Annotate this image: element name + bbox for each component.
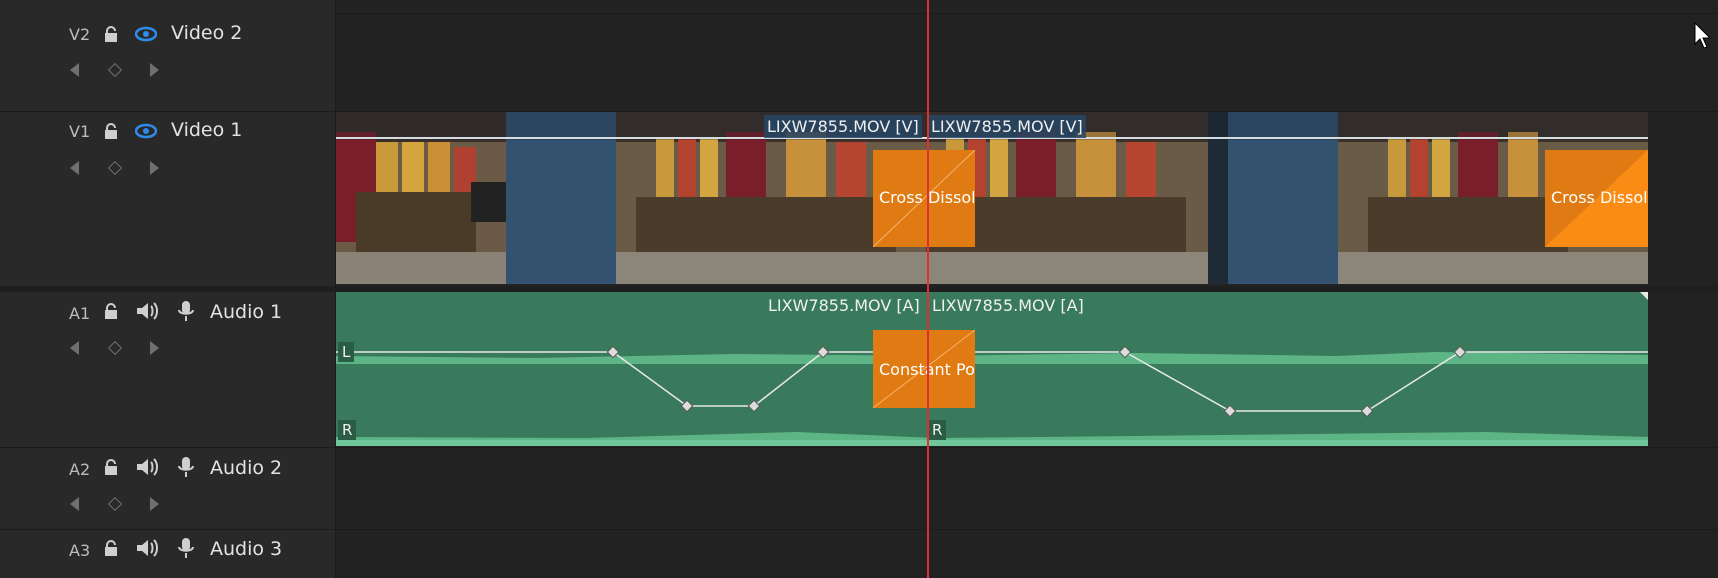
microphone-icon[interactable] bbox=[178, 456, 194, 478]
next-keyframe-icon[interactable] bbox=[150, 161, 159, 175]
track-header-v1[interactable]: V1 Video 1 bbox=[0, 112, 335, 287]
keyframe-navigator bbox=[68, 62, 168, 79]
constant-power-transition[interactable]: Constant Power bbox=[873, 330, 975, 408]
track-name[interactable]: Video 1 bbox=[171, 119, 242, 141]
lane-divider bbox=[336, 447, 1718, 448]
lane-divider bbox=[336, 529, 1718, 530]
track-header-a2[interactable]: A2 Audio 2 bbox=[0, 448, 335, 530]
cross-dissolve-transition[interactable]: Cross Dissolve bbox=[873, 150, 975, 247]
next-keyframe-icon[interactable] bbox=[150, 341, 159, 355]
track-header-a1[interactable]: A1 Audio 1 bbox=[0, 292, 335, 448]
microphone-icon[interactable] bbox=[178, 300, 194, 322]
audio-clip[interactable]: LIXW7855.MOV [A] LIXW7855.MOV [A] L R R … bbox=[336, 292, 1648, 446]
cross-dissolve-transition-end[interactable]: Cross Dissolve bbox=[1545, 150, 1648, 247]
lock-icon[interactable] bbox=[104, 123, 118, 139]
video-clip[interactable]: LIXW7855.MOV [V] LIXW7855.MOV [V] Cross … bbox=[336, 112, 1648, 284]
track-name[interactable]: Audio 2 bbox=[210, 457, 282, 479]
next-keyframe-icon[interactable] bbox=[150, 497, 159, 511]
audio-clip-name-left: LIXW7855.MOV [A] bbox=[768, 296, 920, 315]
add-keyframe-icon[interactable] bbox=[107, 62, 123, 78]
clip-name-right: LIXW7855.MOV [V] bbox=[928, 115, 1086, 138]
track-name[interactable]: Video 2 bbox=[171, 22, 242, 44]
track-code: V1 bbox=[69, 122, 91, 141]
track-name[interactable]: Audio 1 bbox=[210, 301, 282, 323]
right-channel-label: R bbox=[928, 420, 947, 440]
transition-label: Cross Dissolve bbox=[1551, 188, 1648, 207]
mouse-cursor-icon bbox=[1694, 22, 1712, 49]
right-channel-label: R bbox=[338, 420, 357, 440]
previous-keyframe-icon[interactable] bbox=[70, 341, 79, 355]
clip-name-left: LIXW7855.MOV [V] bbox=[764, 115, 922, 138]
playhead[interactable] bbox=[927, 0, 929, 578]
previous-keyframe-icon[interactable] bbox=[70, 497, 79, 511]
track-code: V2 bbox=[69, 25, 91, 44]
audio-clip-name-right: LIXW7855.MOV [A] bbox=[932, 296, 1084, 315]
eye-icon[interactable] bbox=[135, 26, 157, 42]
speaker-icon[interactable] bbox=[135, 300, 159, 322]
timeline-tracks-area[interactable]: LIXW7855.MOV [V] LIXW7855.MOV [V] Cross … bbox=[336, 0, 1718, 578]
lock-icon[interactable] bbox=[104, 303, 118, 319]
previous-keyframe-icon[interactable] bbox=[70, 161, 79, 175]
track-code: A1 bbox=[69, 304, 91, 323]
track-headers-panel: V2 Video 2 V1 Video 1 A1 Audio 1 A2 Audi… bbox=[0, 0, 336, 578]
lock-icon[interactable] bbox=[104, 540, 118, 556]
speaker-icon[interactable] bbox=[135, 456, 159, 478]
track-header-a3[interactable]: A3 Audio 3 bbox=[0, 530, 335, 578]
keyframe-navigator bbox=[68, 340, 168, 357]
lock-icon[interactable] bbox=[104, 459, 118, 475]
audio-waveform bbox=[336, 292, 1648, 446]
previous-keyframe-icon[interactable] bbox=[70, 63, 79, 77]
lane-divider bbox=[336, 13, 1718, 14]
speaker-icon[interactable] bbox=[135, 537, 159, 559]
add-keyframe-icon[interactable] bbox=[107, 496, 123, 512]
track-name[interactable]: Audio 3 bbox=[210, 538, 282, 560]
keyframe-navigator bbox=[68, 160, 168, 177]
add-keyframe-icon[interactable] bbox=[107, 340, 123, 356]
track-code: A2 bbox=[69, 460, 91, 479]
track-header-v2[interactable]: V2 Video 2 bbox=[0, 0, 335, 112]
eye-icon[interactable] bbox=[135, 123, 157, 139]
keyframe-navigator bbox=[68, 496, 168, 513]
add-keyframe-icon[interactable] bbox=[107, 160, 123, 176]
left-channel-label: L bbox=[338, 342, 355, 362]
lock-icon[interactable] bbox=[104, 26, 118, 42]
track-code: A3 bbox=[69, 541, 91, 560]
next-keyframe-icon[interactable] bbox=[150, 63, 159, 77]
microphone-icon[interactable] bbox=[178, 537, 194, 559]
